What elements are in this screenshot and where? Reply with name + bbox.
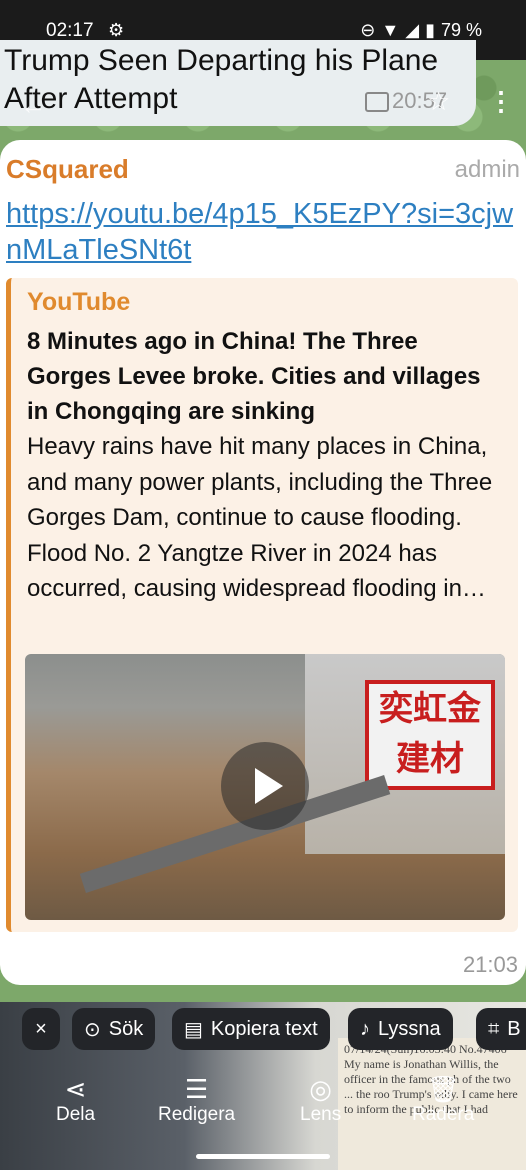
settings-gear-icon: ⚙ bbox=[108, 20, 125, 40]
status-time: 02:17 bbox=[46, 20, 94, 41]
lens-button[interactable]: ◎ Lens bbox=[300, 1074, 341, 1126]
preview-title: 8 Minutes ago in China! The Three Gorges… bbox=[27, 328, 481, 425]
star-icon[interactable]: ☆ bbox=[427, 86, 450, 117]
listen-label: Lyssna bbox=[378, 1017, 441, 1040]
edit-label: Redigera bbox=[158, 1104, 236, 1125]
message-bubble[interactable]: CSquared admin https://youtu.be/4p15_K5E… bbox=[0, 140, 526, 985]
delete-label: Radera bbox=[412, 1104, 475, 1125]
sender-name[interactable]: CSquared bbox=[6, 154, 129, 185]
close-icon: × bbox=[35, 1017, 47, 1040]
delete-button[interactable]: 🗑 Radera bbox=[412, 1074, 474, 1126]
crop-button[interactable]: ⌗ B bbox=[476, 1008, 526, 1050]
share-button[interactable]: ⋖ Dela bbox=[56, 1074, 95, 1126]
lens-label: Lens bbox=[300, 1104, 342, 1125]
copy-text-label: Kopiera text bbox=[210, 1017, 318, 1040]
back-arrow-icon[interactable]: ← bbox=[20, 90, 46, 121]
preview-description: Heavy rains have hit many places in Chin… bbox=[27, 433, 493, 602]
crop-label: B bbox=[507, 1017, 521, 1040]
image-viewer-overlay: 07/14/24(Sun)16:03:40 No.47406 My name i… bbox=[0, 1002, 526, 1170]
preview-site-name: YouTube bbox=[27, 288, 131, 316]
search-label: Sök bbox=[108, 1017, 144, 1040]
cast-icon[interactable] bbox=[365, 92, 389, 112]
youtube-link[interactable]: https://youtu.be/4p15_K5EzPY?si=3cjwnMLa… bbox=[6, 196, 516, 268]
status-icons: ⊖ ▼ ◢ ▮ 79 % bbox=[360, 20, 482, 41]
edit-button[interactable]: ☰ Redigera bbox=[158, 1074, 235, 1126]
sender-role: admin bbox=[454, 156, 520, 183]
close-button[interactable]: × bbox=[22, 1008, 60, 1050]
edit-sliders-icon: ☰ bbox=[184, 1074, 209, 1104]
preview-thumbnail[interactable]: 奕虹金建材 bbox=[25, 654, 505, 920]
play-icon[interactable] bbox=[221, 742, 309, 830]
thumbnail-sign: 奕虹金建材 bbox=[365, 680, 495, 790]
lens-search-icon: ⊙ bbox=[84, 1018, 101, 1041]
listen-button[interactable]: ♪ Lyssna bbox=[348, 1008, 453, 1050]
wifi-icon: ▼ bbox=[381, 20, 400, 40]
crop-icon: ⌗ bbox=[488, 1017, 500, 1040]
battery-icon: ▮ bbox=[425, 20, 435, 40]
share-label: Dela bbox=[56, 1104, 96, 1125]
search-button[interactable]: ⊙ Sök bbox=[72, 1008, 156, 1050]
copy-text-icon: ▤ bbox=[184, 1018, 203, 1041]
more-options-icon[interactable]: ⋮ bbox=[488, 86, 514, 117]
home-indicator[interactable] bbox=[196, 1154, 330, 1159]
share-icon: ⋖ bbox=[64, 1074, 87, 1104]
signal-icon: ◢ bbox=[405, 20, 420, 40]
lens-camera-icon: ◎ bbox=[309, 1074, 332, 1104]
copy-text-button[interactable]: ▤ Kopiera text bbox=[172, 1008, 330, 1050]
trash-icon: 🗑 bbox=[426, 1074, 460, 1104]
message-time: 21:03 bbox=[462, 952, 518, 977]
dnd-icon: ⊖ bbox=[360, 20, 376, 40]
link-preview[interactable]: YouTube 8 Minutes ago in China! The Thre… bbox=[6, 278, 518, 932]
battery-percent: 79 % bbox=[440, 20, 482, 40]
listen-icon: ♪ bbox=[360, 1017, 370, 1040]
